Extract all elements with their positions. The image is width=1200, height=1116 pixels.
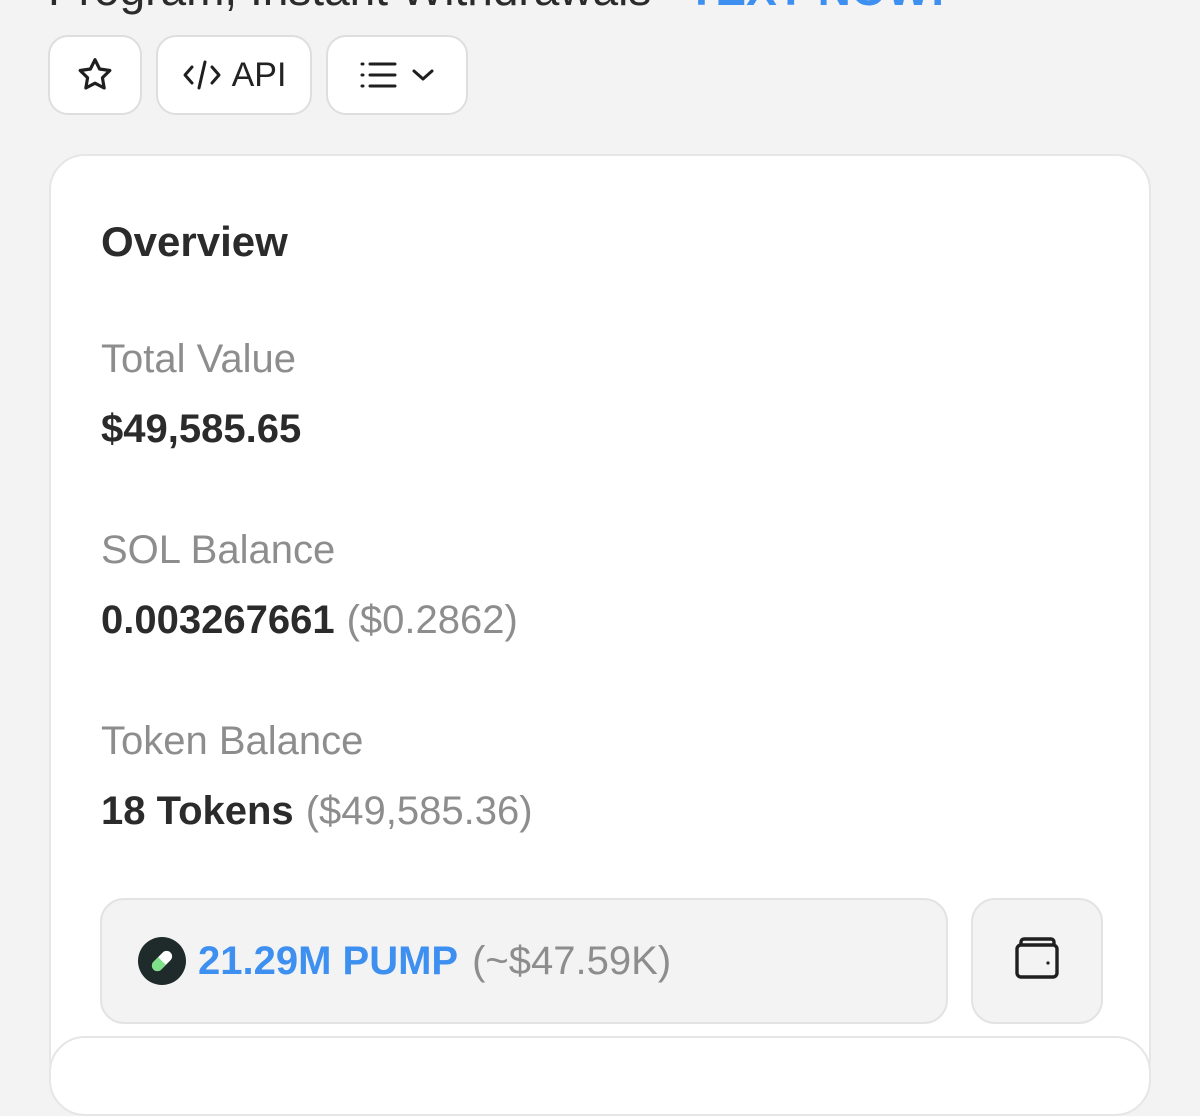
overview-card: Overview Total Value $49,585.65 SOL Bala… [49,154,1151,1094]
sol-balance-usd: ($0.2862) [346,598,518,642]
wallet-icon [1012,934,1062,989]
token-balance-value: 18 Tokens [101,789,294,833]
total-value-label: Total Value [101,337,296,381]
top-token-amount: 21.29M PUMP [198,938,459,983]
pill-icon [138,937,186,985]
top-banner: Program, Instant Withdrawals TEXT NOW! [48,0,945,12]
sol-balance-row: 0.003267661 ($0.2862) [101,597,518,643]
top-token-usd: (~$47.59K) [472,938,672,983]
total-value-amount: $49,585.65 [101,406,301,452]
next-card [49,1036,1151,1116]
toolbar: API [48,35,468,115]
sol-balance-value: 0.003267661 [101,598,335,642]
wallet-button[interactable] [971,898,1103,1024]
code-icon [182,58,222,92]
favorite-button[interactable] [48,35,142,115]
token-holdings-dropdown[interactable]: 21.29M PUMP (~$47.59K) [100,898,948,1024]
banner-text: Program, Instant Withdrawals [48,0,651,15]
api-label: API [231,55,287,94]
api-button[interactable]: API [156,35,312,115]
sol-balance-label: SOL Balance [101,528,336,572]
list-icon [359,59,397,91]
token-balance-usd: ($49,585.36) [305,789,533,833]
chevron-down-icon [411,67,435,83]
banner-link[interactable]: TEXT NOW! [687,0,945,15]
view-menu-button[interactable] [326,35,468,115]
total-value: $49,585.65 [101,407,302,451]
token-balance-row: 18 Tokens ($49,585.36) [101,788,533,834]
token-balance-label: Token Balance [101,719,364,763]
star-icon [75,55,115,95]
overview-title: Overview [101,218,288,265]
